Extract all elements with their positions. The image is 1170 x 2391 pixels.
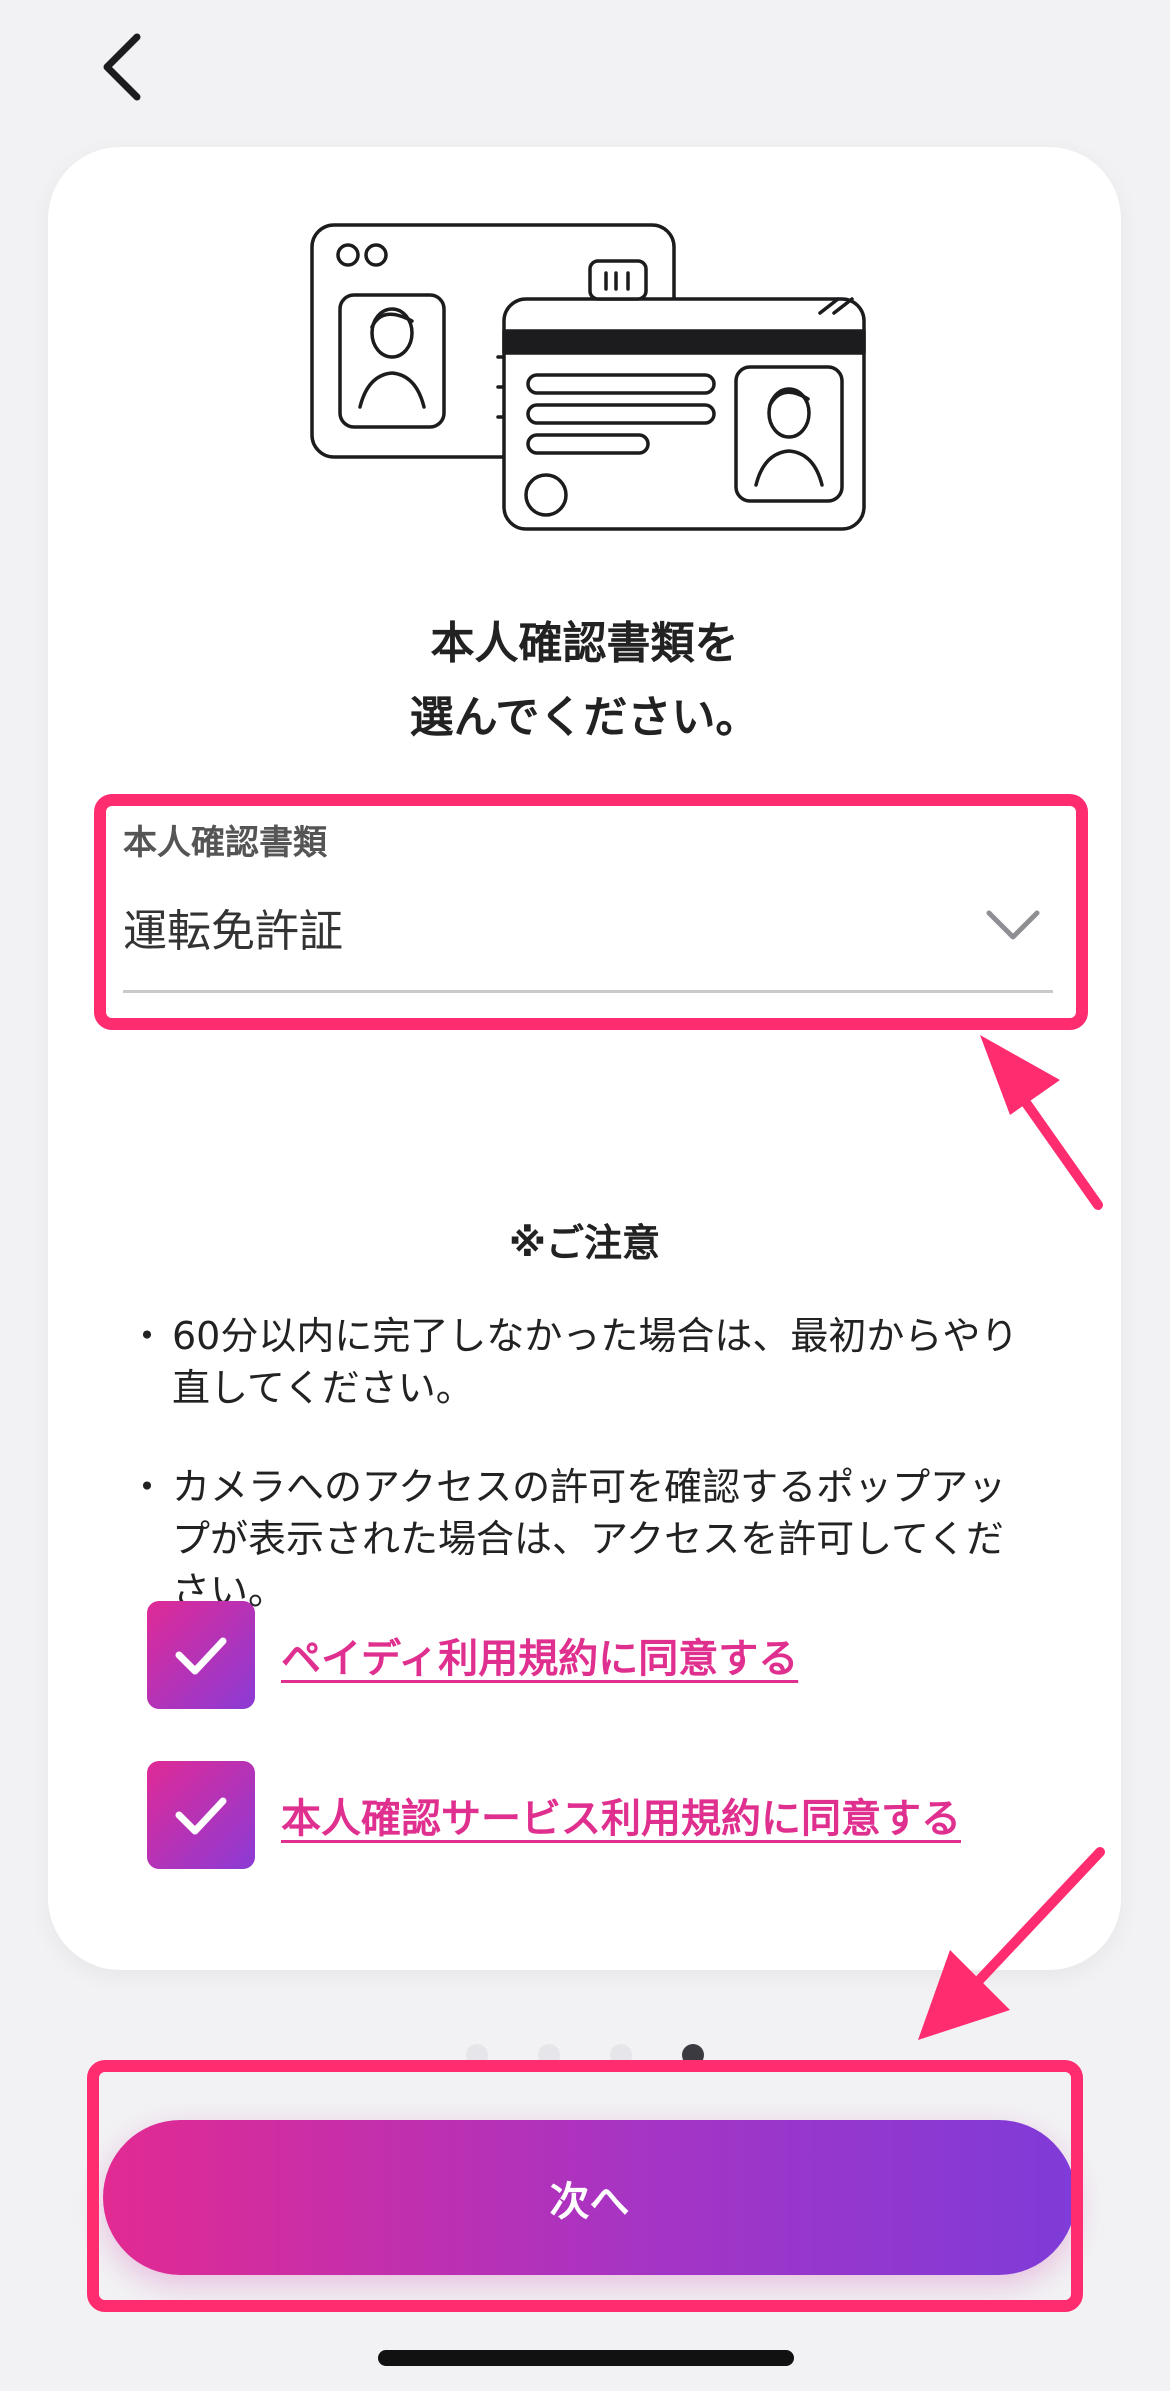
notice-list: 60分以内に完了しなかった場合は、最初からやり直してください。 xyxy=(128,1310,1036,1414)
back-button[interactable] xyxy=(82,22,162,112)
arrow-annotation-button xyxy=(918,1847,1105,2040)
notice-item: 60分以内に完了しなかった場合は、最初からやり直してください。 xyxy=(128,1310,1036,1414)
notice-list: カメラへのアクセスの許可を確認するポップアップが表示された場合は、アクセスを許可… xyxy=(128,1461,1036,1617)
title-line-2: 選んでください。 xyxy=(409,692,760,743)
chevron-left-icon xyxy=(103,33,141,101)
notice-item: カメラへのアクセスの許可を確認するポップアップが表示された場合は、アクセスを許可… xyxy=(128,1461,1036,1617)
button-highlight-box xyxy=(87,2060,1083,2312)
identity-service-terms-link[interactable]: 本人確認サービス利用規約に同意する xyxy=(281,1786,961,1844)
id-cards-illustration xyxy=(310,223,866,531)
agreement-row-identity-service-terms[interactable]: 本人確認サービス利用規約に同意する xyxy=(147,1761,961,1869)
arrow-annotation-select xyxy=(980,1035,1103,1210)
screen: 本人確認書類を 選んでください。 本人確認書類 運転免許証 ※ご注意 60分以内… xyxy=(0,0,1170,2391)
checkmark-icon xyxy=(175,1637,227,1675)
home-indicator xyxy=(378,2350,794,2366)
page-title: 本人確認書類を 選んでください。 xyxy=(48,607,1121,755)
checkmark-icon xyxy=(175,1797,227,1835)
notice-title: ※ご注意 xyxy=(509,1221,660,1265)
title-line-1: 本人確認書類を xyxy=(430,618,739,669)
paidy-terms-checkbox[interactable] xyxy=(147,1601,255,1709)
paidy-terms-link[interactable]: ペイディ利用規約に同意する xyxy=(281,1626,798,1684)
identity-service-terms-checkbox[interactable] xyxy=(147,1761,255,1869)
select-highlight-box xyxy=(94,794,1088,1030)
agreement-row-paidy-terms[interactable]: ペイディ利用規約に同意する xyxy=(147,1601,798,1709)
